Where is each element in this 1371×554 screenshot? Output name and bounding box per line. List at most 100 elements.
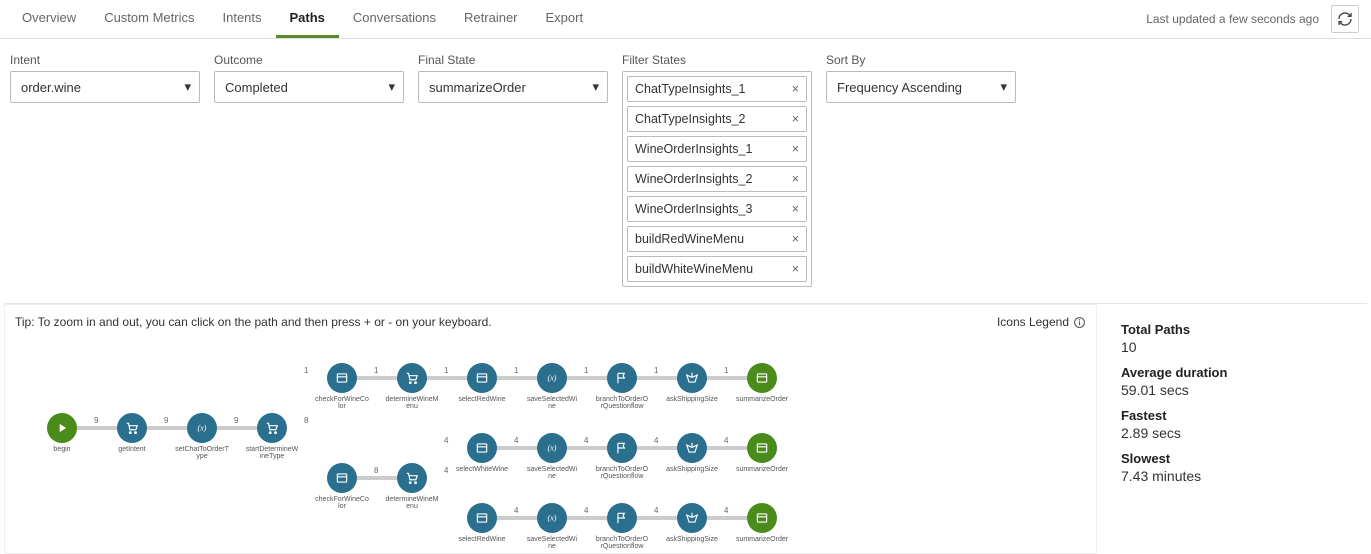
graph-edge-label: 4 [723,436,729,445]
close-icon[interactable]: × [792,232,799,246]
graph-node-label: saveSelectedWine [525,466,579,481]
close-icon[interactable]: × [792,82,799,96]
graph-edge-label: 4 [653,436,659,445]
graph-node-startDetermineWineType[interactable]: startDetermineWineType [245,413,299,461]
close-icon[interactable]: × [792,172,799,186]
graph-node-label: branchToOrderOrQuestionflow [595,396,649,411]
graph-node-selRed3[interactable]: selectRedWine [455,503,509,543]
filter-final-state: Final State summarizeOrder ▾ [418,53,608,103]
sort-select[interactable]: Frequency Ascending ▾ [826,71,1016,103]
tab-retrainer[interactable]: Retrainer [450,0,531,38]
filter-state-chip[interactable]: buildRedWineMenu × [627,226,807,252]
stat-slowest: Slowest 7.43 minutes [1121,451,1357,484]
flag-icon [607,433,637,463]
close-icon[interactable]: × [792,112,799,126]
info-icon [1073,316,1086,329]
fx-icon: (x) [537,503,567,533]
graph-node-label: determineWineMenu [385,496,439,511]
graph-node-detMenu2[interactable]: determineWineMenu [385,463,439,511]
graph-node-check2[interactable]: checkForWineColor [315,463,369,511]
stats-panel: Total Paths 10 Average duration 59.01 se… [1097,304,1367,554]
intent-select[interactable]: order.wine ▾ [10,71,200,103]
graph-node-ship2[interactable]: askShippingSize [665,433,719,473]
graph-node-selRed1[interactable]: selectRedWine [455,363,509,403]
filter-state-chip[interactable]: buildWhiteWineMenu× [627,256,807,282]
final-state-select[interactable]: summarizeOrder ▾ [418,71,608,103]
svg-text:(x): (x) [198,424,207,433]
graph-node-detMenu1[interactable]: determineWineMenu [385,363,439,411]
graph-node-getIntent[interactable]: getIntent [105,413,159,453]
graph-node-label: setChatToOrderType [175,446,229,461]
filter-state-chip[interactable]: WineOrderInsights_2 × [627,166,807,192]
tab-intents[interactable]: Intents [208,0,275,38]
graph-edge-label: 1 [653,366,659,375]
filter-state-chip[interactable]: WineOrderInsights_1× [627,136,807,162]
chevron-down-icon: ▾ [1000,79,1007,95]
graph-node-label: askShippingSize [666,396,718,403]
graph-edge-label: 4 [653,506,659,515]
close-icon[interactable]: × [792,142,799,156]
tab-conversations[interactable]: Conversations [339,0,450,38]
ship-icon [677,503,707,533]
graph-node-label: selectWhiteWine [456,466,508,473]
refresh-button[interactable] [1331,5,1359,33]
cart-icon [257,413,287,443]
filters-row: Intent order.wine ▾ Outcome Completed ▾ … [0,39,1371,299]
path-canvas[interactable]: Tip: To zoom in and out, you can click o… [4,304,1097,554]
filter-state-chip-label: buildRedWineMenu [635,232,744,246]
filter-state-chip-label: WineOrderInsights_2 [635,172,752,186]
graph-node-begin[interactable]: begin [35,413,89,453]
graph-edge-label: 1 [303,366,309,375]
graph-edge-label: 1 [443,366,449,375]
graph-edge-label: 4 [513,436,519,445]
stat-slowest-label: Slowest [1121,451,1357,466]
graph-node-saveWhite[interactable]: (x) saveSelectedWine [525,433,579,481]
filter-state-chip[interactable]: WineOrderInsights_3× [627,196,807,222]
graph-node-branch3[interactable]: branchToOrderOrQuestionflow [595,503,649,551]
graph-node-branch2[interactable]: branchToOrderOrQuestionflow [595,433,649,481]
stat-slowest-value: 7.43 minutes [1121,468,1357,484]
graph-node-label: begin [53,446,70,453]
tab-paths[interactable]: Paths [276,0,339,38]
graph-node-label: branchToOrderOrQuestionflow [595,466,649,481]
path-graph[interactable]: begin getIntent (x) setChatToOrderType start… [15,333,1086,543]
graph-edge-label: 1 [513,366,519,375]
fx-icon: (x) [537,433,567,463]
panel-icon [747,433,777,463]
icons-legend-link[interactable]: Icons Legend [997,315,1086,329]
refresh-icon [1337,11,1353,27]
stat-total-paths: Total Paths 10 [1121,322,1357,355]
graph-node-sum3[interactable]: summarizeOrder [735,503,789,543]
close-icon[interactable]: × [792,262,799,276]
stat-avg-duration-value: 59.01 secs [1121,382,1357,398]
stat-fastest: Fastest 2.89 secs [1121,408,1357,441]
stat-fastest-label: Fastest [1121,408,1357,423]
svg-text:(x): (x) [548,444,557,453]
chevron-down-icon: ▾ [388,79,395,95]
tab-overview[interactable]: Overview [8,0,90,38]
graph-node-ship3[interactable]: askShippingSize [665,503,719,543]
graph-node-label: saveSelectedWine [525,536,579,551]
graph-node-saveRed1[interactable]: (x)saveSelectedWine [525,363,579,411]
graph-node-sum1[interactable]: summarizeOrder [735,363,789,403]
graph-node-selWhite[interactable]: selectWhiteWine [455,433,509,473]
graph-node-check1[interactable]: checkForWineColor [315,363,369,411]
graph-node-branch1[interactable]: branchToOrderOrQuestionflow [595,363,649,411]
tab-custom-metrics[interactable]: Custom Metrics [90,0,208,38]
fx-icon: (x) [537,363,567,393]
graph-node-ship1[interactable]: askShippingSize [665,363,719,403]
filter-state-chip[interactable]: ChatTypeInsights_1× [627,76,807,102]
outcome-select[interactable]: Completed ▾ [214,71,404,103]
close-icon[interactable]: × [792,202,799,216]
filter-state-chip[interactable]: ChatTypeInsights_2× [627,106,807,132]
filter-states-box[interactable]: ChatTypeInsights_1× ChatTypeInsights_2× Wi… [622,71,812,287]
graph-node-setChatToOrderType[interactable]: (x) setChatToOrderType [175,413,229,461]
stat-avg-duration-label: Average duration [1121,365,1357,380]
panel-icon [467,503,497,533]
filter-states-label: Filter States [622,53,812,67]
graph-node-saveRed3[interactable]: (x) saveSelectedWine [525,503,579,551]
graph-edge-label: 4 [723,506,729,515]
graph-node-sum2[interactable]: summarizeOrder [735,433,789,473]
graph-edge-label: 9 [93,416,99,425]
tab-export[interactable]: Export [532,0,598,38]
